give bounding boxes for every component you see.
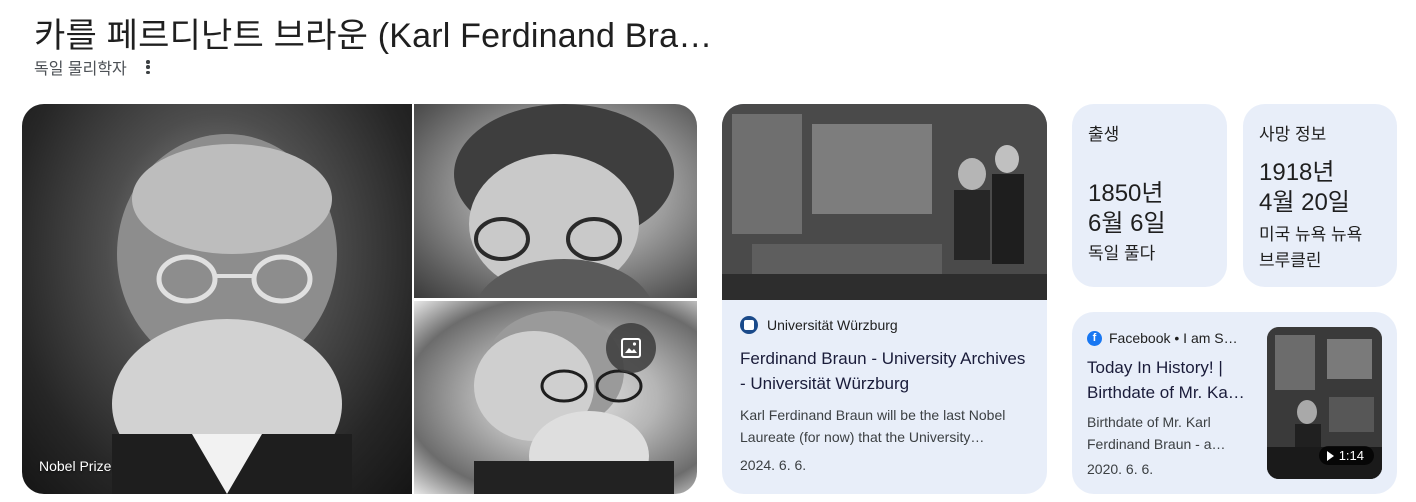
portrait-photo-tertiary[interactable]	[414, 301, 697, 494]
page-title: 카를 페르디난트 브라운 (Karl Ferdinand Bra…	[34, 17, 713, 55]
photo-caption: Nobel Prize	[39, 458, 112, 474]
video-duration: 1:14	[1338, 448, 1364, 463]
more-vert-icon[interactable]	[141, 58, 155, 76]
photo-collage: Nobel Prize	[22, 104, 697, 494]
portrait-illustration	[474, 311, 674, 494]
article-card[interactable]: Universität Würzburg Ferdinand Braun - U…	[722, 104, 1047, 494]
death-date: 1918년 4월 20일	[1259, 158, 1381, 218]
entity-description: 독일 물리학자	[34, 61, 127, 78]
death-day: 4월 20일	[1259, 189, 1350, 216]
article-date: 2024. 6. 6.	[740, 457, 807, 473]
video-snippet-line: Birthdate of Mr. Karl	[1087, 414, 1211, 430]
birth-date: 1850년 6월 6일	[1088, 179, 1211, 239]
birth-year: 1850년	[1088, 180, 1164, 207]
video-card[interactable]: f Facebook • I am S… Today In History! |…	[1072, 312, 1397, 494]
portrait-photo-main[interactable]: Nobel Prize	[22, 104, 412, 494]
portrait-photo-secondary[interactable]	[414, 104, 697, 298]
birth-label: 출생	[1088, 125, 1120, 144]
birth-place: 독일 풀다	[1088, 244, 1156, 263]
play-icon	[1326, 450, 1334, 461]
death-place-line1: 미국 뉴욕 뉴욕	[1259, 225, 1363, 244]
video-thumbnail[interactable]: 1:14	[1267, 327, 1382, 479]
birth-day: 6월 6일	[1088, 210, 1166, 237]
portrait-illustration	[454, 104, 674, 298]
video-duration-badge: 1:14	[1318, 446, 1374, 465]
video-title-line: Birthdate of Mr. Ka…	[1087, 383, 1245, 402]
video-title-line: Today In History! |	[1087, 358, 1223, 377]
birth-info-tile[interactable]: 출생 1850년 6월 6일 독일 풀다	[1072, 104, 1227, 287]
video-title[interactable]: Today In History! | Birthdate of Mr. Ka…	[1087, 355, 1259, 405]
image-icon	[621, 338, 641, 358]
laboratory-photo	[722, 104, 1047, 300]
article-title[interactable]: Ferdinand Braun - University Archives - …	[740, 346, 1029, 396]
death-year: 1918년	[1259, 159, 1335, 186]
video-date: 2020. 6. 6.	[1087, 461, 1154, 477]
article-snippet: Karl Ferdinand Braun will be the last No…	[740, 407, 1006, 445]
subtitle-row: 독일 물리학자	[34, 55, 155, 79]
death-label: 사망 정보	[1259, 125, 1327, 144]
article-source: Universität Würzburg	[767, 317, 898, 333]
university-logo-icon	[740, 316, 758, 334]
video-snippet-line: Ferdinand Braun - a…	[1087, 436, 1226, 452]
video-snippet: Birthdate of Mr. Karl Ferdinand Braun - …	[1087, 411, 1259, 455]
death-place-line2: 브루클린	[1259, 251, 1322, 270]
death-info-tile[interactable]: 사망 정보 1918년 4월 20일 미국 뉴욕 뉴욕 브루클린	[1243, 104, 1397, 287]
facebook-icon: f	[1087, 330, 1102, 346]
death-place: 미국 뉴욕 뉴욕 브루클린	[1259, 222, 1381, 274]
image-search-button[interactable]	[606, 323, 656, 373]
portrait-illustration	[112, 134, 352, 494]
article-thumbnail	[722, 104, 1047, 300]
video-source: Facebook • I am S…	[1109, 330, 1238, 346]
